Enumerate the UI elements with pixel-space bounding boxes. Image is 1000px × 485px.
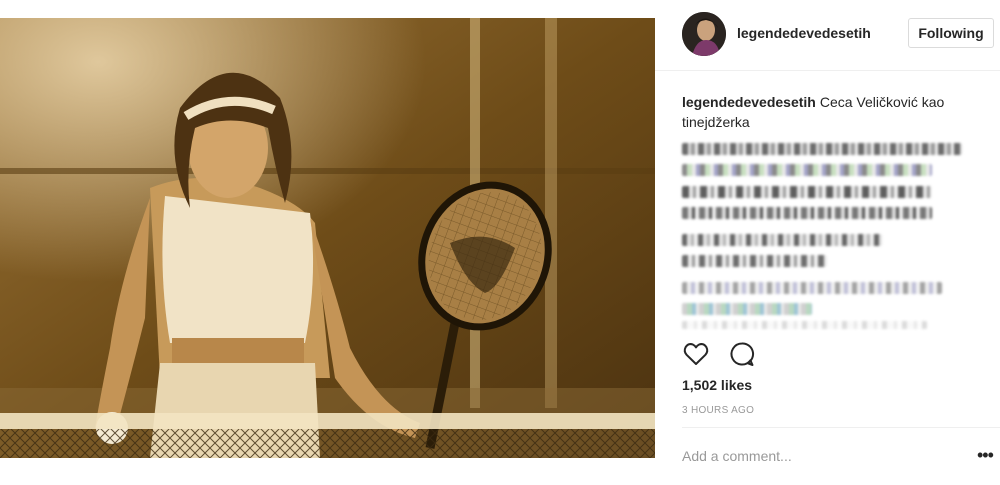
- pixelated-text: [682, 207, 932, 219]
- obscured-comment: [682, 282, 982, 324]
- post-header: legendedevedesetih Following: [655, 0, 1000, 71]
- post-photo[interactable]: [0, 18, 655, 458]
- obscured-comment: [682, 186, 982, 228]
- post-actions: [682, 340, 756, 368]
- pixelated-text: [682, 282, 942, 294]
- sepia-tennis-photo: [0, 18, 655, 458]
- caption-author[interactable]: legendedevedesetih: [682, 94, 816, 110]
- obscured-comment: [682, 321, 982, 338]
- obscured-comment: [682, 234, 982, 276]
- likes-count[interactable]: 1,502 likes: [682, 377, 752, 393]
- pixelated-text: [682, 321, 927, 329]
- pixelated-text: [682, 143, 962, 155]
- pixelated-text: [682, 186, 932, 198]
- avatar[interactable]: [682, 12, 726, 56]
- caption: legendedevedesetih Ceca Veličković kao ti…: [682, 92, 982, 132]
- pixelated-text: [682, 303, 812, 315]
- avatar-image: [682, 12, 726, 56]
- pixelated-text: [682, 164, 932, 176]
- following-button[interactable]: Following: [908, 18, 994, 48]
- obscured-comment: [682, 143, 982, 185]
- pixelated-text: [682, 255, 827, 267]
- divider: [682, 427, 1000, 428]
- heart-outline-icon[interactable]: [682, 340, 710, 368]
- speech-bubble-icon[interactable]: [728, 340, 756, 368]
- username[interactable]: legendedevedesetih: [737, 25, 871, 41]
- comment-input[interactable]: [682, 445, 962, 467]
- pixelated-text: [682, 234, 882, 246]
- post-sidebar: legendedevedesetih Following legendedeve…: [655, 0, 1000, 485]
- ellipsis-icon[interactable]: •••: [977, 446, 994, 464]
- post-timestamp[interactable]: 3 HOURS AGO: [682, 405, 754, 416]
